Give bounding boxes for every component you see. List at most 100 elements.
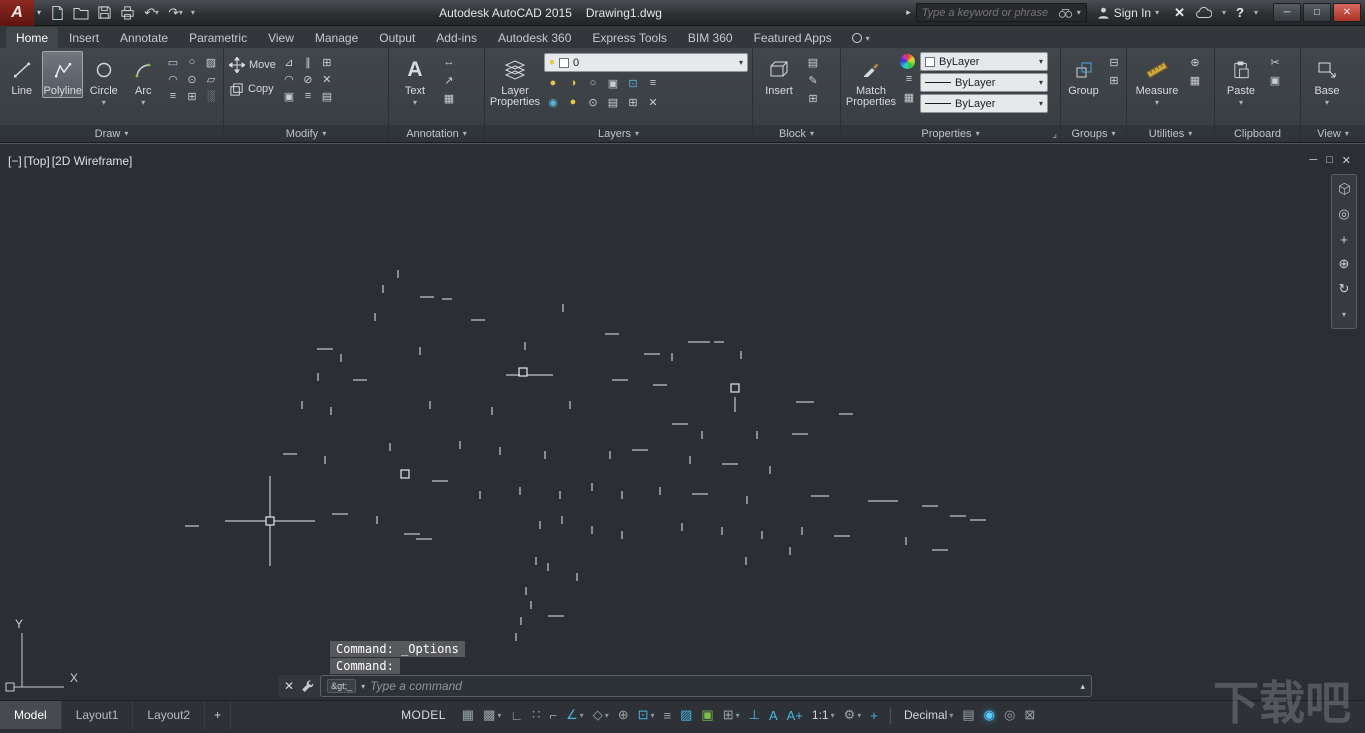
view-panel-dropdown-icon[interactable]: ▾ <box>1345 129 1349 138</box>
annotation-panel-label[interactable]: Annotation▾ <box>389 125 484 142</box>
explode-tool-button[interactable]: ▣ <box>280 88 298 104</box>
object-color-combo[interactable]: ByLayer ▾ <box>920 52 1048 71</box>
dynamic-input-toggle[interactable]: ∷ <box>532 707 540 723</box>
fillet-tool-button[interactable]: ◠ <box>280 71 298 87</box>
circle-dropdown-icon[interactable]: ▾ <box>102 97 106 108</box>
workspace-dropdown-icon[interactable]: ▾ <box>857 711 861 720</box>
viewcube-icon[interactable] <box>1337 181 1352 197</box>
new-file-button[interactable] <box>50 5 65 21</box>
ribbon-tab-insert[interactable]: Insert <box>59 27 109 48</box>
viewport-view-control[interactable]: [Top] <box>24 154 50 168</box>
linetype-list-tool-button[interactable]: ≡ <box>900 71 918 87</box>
model-tab[interactable]: Model <box>0 701 62 729</box>
units-dropdown-icon[interactable]: ▾ <box>949 711 953 720</box>
layer-color-swatch[interactable] <box>559 58 569 68</box>
arc-button[interactable]: Arc ▾ <box>125 51 162 109</box>
utilities-panel-dropdown-icon[interactable]: ▾ <box>1188 129 1192 138</box>
search-binoculars-icon[interactable] <box>1058 7 1073 19</box>
dimension-tool-button[interactable]: ↔ <box>440 54 458 70</box>
orbit-icon[interactable]: ↻ <box>1339 281 1350 297</box>
layer-isolate-tool-button[interactable]: ◑ <box>564 75 582 91</box>
sign-in-dropdown-icon[interactable]: ▾ <box>1155 8 1159 17</box>
sign-in-button[interactable]: Sign In ▾ <box>1097 6 1159 20</box>
annotation-scale-control[interactable]: 1:1▾ <box>812 708 835 722</box>
snap-dropdown-icon[interactable]: ▾ <box>497 711 501 720</box>
ungroup-tool-button[interactable]: ⊟ <box>1105 54 1123 70</box>
quick-properties-toggle[interactable]: ▤ <box>962 707 974 723</box>
utilities-panel-label[interactable]: Utilities▾ <box>1127 125 1214 142</box>
ortho-toggle[interactable]: ⌐ <box>549 708 557 723</box>
autoscale-toggle[interactable]: A+ <box>787 708 803 723</box>
layer-freeze-tool-button[interactable]: ○ <box>584 75 602 91</box>
3d-object-snap-dropdown-icon[interactable]: ▾ <box>736 711 740 720</box>
layer-walk-tool-button[interactable]: ⊞ <box>624 94 642 110</box>
ribbon-tab-autodesk360[interactable]: Autodesk 360 <box>488 27 581 48</box>
layers-panel-dropdown-icon[interactable]: ▾ <box>635 129 639 138</box>
id-point-tool-button[interactable]: ⊕ <box>1186 54 1204 70</box>
properties-list-tool-button[interactable]: ▦ <box>900 89 918 105</box>
groups-panel-dropdown-icon[interactable]: ▾ <box>1112 129 1116 138</box>
layer-state-tool-button[interactable]: ≡ <box>644 75 662 91</box>
modify-panel-label[interactable]: Modify▾ <box>224 125 388 142</box>
search-input[interactable] <box>922 7 1054 19</box>
3d-object-snap-toggle[interactable]: ⊞▾ <box>723 707 740 723</box>
layer-properties-button[interactable]: Layer Properties <box>488 51 542 109</box>
block-panel-dropdown-icon[interactable]: ▾ <box>810 129 814 138</box>
layer-thaw-tool-button[interactable]: ⊙ <box>584 94 602 110</box>
maximize-button[interactable]: □ <box>1303 3 1331 22</box>
object-color-dropdown-icon[interactable]: ▾ <box>1039 57 1043 66</box>
navbar-more-icon[interactable]: ▾ <box>1342 306 1346 322</box>
help-search-box[interactable]: ▾ <box>916 3 1087 22</box>
lineweight-toggle[interactable]: ≡ <box>664 708 672 723</box>
help-dropdown-icon[interactable]: ▾ <box>1254 8 1258 17</box>
graphics-performance-toggle[interactable]: ◉ <box>984 707 995 723</box>
ribbon-tab-featured-apps[interactable]: Featured Apps <box>744 27 842 48</box>
object-snap-dropdown-icon[interactable]: ▾ <box>651 711 655 720</box>
point-tool-button[interactable]: ⊙ <box>183 71 201 87</box>
erase-tool-button[interactable]: ✕ <box>318 71 336 87</box>
create-block-tool-button[interactable]: ✎ <box>804 72 822 88</box>
properties-panel-label[interactable]: Properties▾ <box>841 125 1060 142</box>
group-edit-tool-button[interactable]: ⊞ <box>1105 72 1123 88</box>
layers-panel-label[interactable]: Layers▾ <box>485 125 752 142</box>
doc-close-icon[interactable]: ✕ <box>1342 154 1351 167</box>
redo-button[interactable]: ↷▾ <box>167 6 183 19</box>
ellipse-tool-button[interactable]: ○ <box>183 54 201 70</box>
region-tool-button[interactable]: ≡ <box>164 88 182 104</box>
block-panel-label[interactable]: Block▾ <box>753 125 840 142</box>
scale-tool-button[interactable]: ▤ <box>318 88 336 104</box>
offset-tool-button[interactable]: ∥ <box>299 54 317 70</box>
ribbon-tab-output[interactable]: Output <box>369 27 425 48</box>
polygon-tool-button[interactable]: ▱ <box>202 71 220 87</box>
dynamic-ucs-toggle[interactable]: ⊥ <box>749 707 760 723</box>
polar-dropdown-icon[interactable]: ▾ <box>580 711 584 720</box>
paste-button[interactable]: Paste ▾ <box>1218 51 1264 109</box>
draw-panel-dropdown-icon[interactable]: ▾ <box>124 129 128 138</box>
layer-on-tool-button[interactable]: ● <box>564 94 582 110</box>
ribbon-tab-annotate[interactable]: Annotate <box>110 27 178 48</box>
copy-button[interactable]: Copy <box>227 79 278 99</box>
layer-lock-tool-button[interactable]: ▣ <box>604 75 622 91</box>
group-button[interactable]: Group <box>1064 51 1103 98</box>
line-button[interactable]: Line <box>3 51 40 98</box>
ribbon-tab-manage[interactable]: Manage <box>305 27 368 48</box>
stretch-tool-button[interactable]: ≡ <box>299 88 317 104</box>
minimize-button[interactable]: ─ <box>1273 3 1301 22</box>
ribbon-cycle-dropdown-icon[interactable]: ▾ <box>866 34 870 43</box>
ribbon-tab-addins[interactable]: Add-ins <box>426 27 487 48</box>
autocad-logo[interactable]: A <box>0 0 34 26</box>
cut-tool-button[interactable]: ✂ <box>1266 54 1284 70</box>
edit-attributes-tool-button[interactable]: ▤ <box>804 54 822 70</box>
layer-select-combo[interactable]: ● 0 ▾ <box>544 53 748 72</box>
isometric-drafting-toggle[interactable]: ◇▾ <box>593 707 609 723</box>
match-properties-button[interactable]: Match Properties <box>844 51 898 109</box>
pan-icon[interactable]: + <box>1340 231 1348 247</box>
layout2-tab[interactable]: Layout2 <box>133 701 205 729</box>
infer-constraints-toggle[interactable]: ∟ <box>510 708 523 723</box>
arc-tool-button[interactable]: ◠ <box>164 71 182 87</box>
annotation-visibility-toggle[interactable]: A <box>769 708 778 723</box>
linetype-dropdown-icon[interactable]: ▾ <box>1039 99 1043 108</box>
measure-dropdown-icon[interactable]: ▾ <box>1155 97 1159 108</box>
command-input[interactable] <box>370 679 1075 693</box>
table-tool-button[interactable]: ▦ <box>440 90 458 106</box>
